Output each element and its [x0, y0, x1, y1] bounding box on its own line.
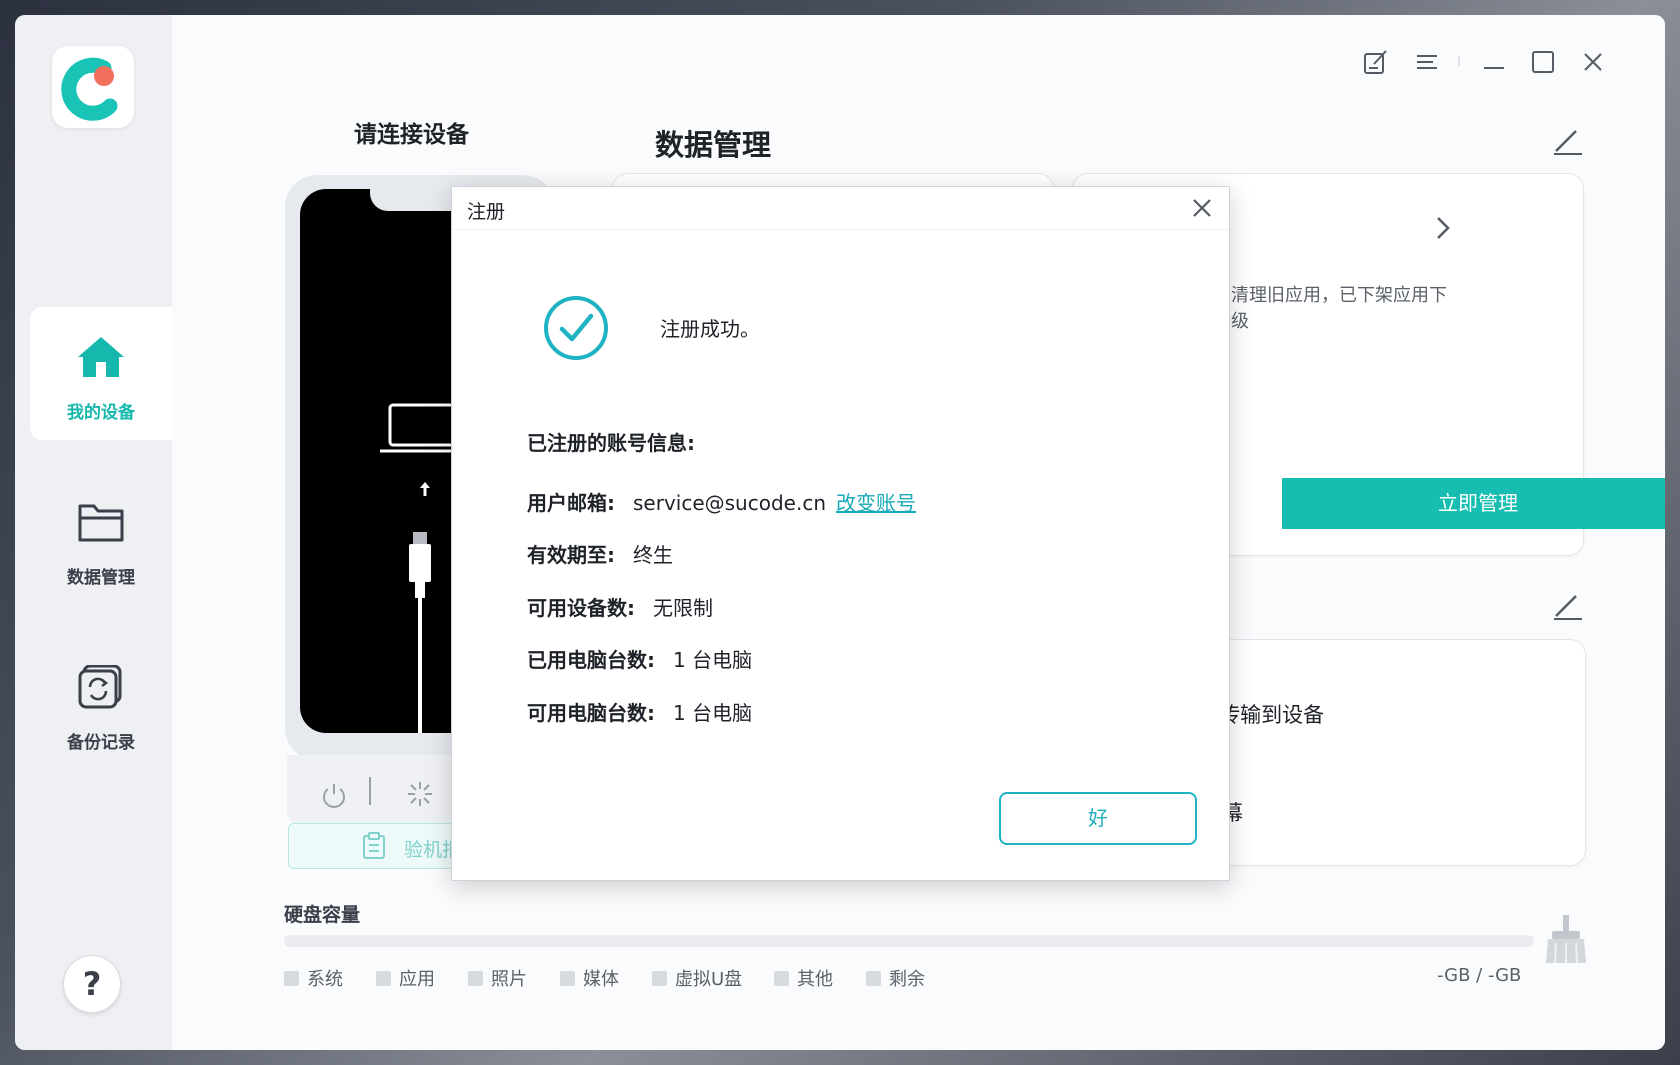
- edit-icon[interactable]: [1550, 588, 1584, 622]
- broom-icon[interactable]: [1544, 915, 1588, 965]
- edit-icon[interactable]: [1550, 123, 1584, 157]
- home-icon: [78, 337, 124, 377]
- legend-photos: 照片: [468, 965, 527, 991]
- restart-icon[interactable]: [405, 779, 435, 809]
- help-button[interactable]: ?: [63, 955, 121, 1013]
- row-email: 用户邮箱: service@sucode.cn 改变账号: [527, 491, 916, 515]
- row-expiry: 有效期至: 终生: [527, 543, 673, 567]
- cable-icon: [409, 532, 431, 733]
- separator-icon: [369, 777, 371, 805]
- success-check-icon: [544, 296, 608, 360]
- email-value: service@sucode.cn: [633, 491, 826, 515]
- sidebar-item-my-device[interactable]: 我的设备: [30, 307, 172, 440]
- legend-virtual-usb: 虚拟U盘: [652, 965, 742, 991]
- disk-capacity-bar: [284, 935, 1534, 947]
- arrow-up-icon: [420, 482, 430, 496]
- power-icon[interactable]: [319, 780, 349, 810]
- change-account-link[interactable]: 改变账号: [836, 491, 916, 515]
- folder-icon: [78, 504, 124, 542]
- legend-system: 系统: [284, 965, 343, 991]
- clipboard-icon: [363, 832, 385, 859]
- sidebar-item-label: 我的设备: [67, 403, 135, 423]
- backup-icon: [78, 665, 122, 709]
- disk-capacity-title: 硬盘容量: [284, 904, 361, 926]
- sidebar-item-backup[interactable]: 备份记录: [30, 637, 172, 770]
- app-logo: [52, 46, 134, 128]
- connect-device-title: 请连接设备: [354, 122, 469, 148]
- minimize-icon[interactable]: [1480, 48, 1508, 76]
- divider-icon: [1458, 56, 1460, 66]
- sidebar-item-data-manage[interactable]: 数据管理: [30, 472, 172, 605]
- data-manage-title: 数据管理: [655, 128, 772, 162]
- chevron-right-icon[interactable]: [1433, 214, 1453, 242]
- row-used-pcs: 已用电脑台数: 1 台电脑: [527, 648, 753, 672]
- close-icon[interactable]: [1189, 195, 1215, 221]
- maximize-icon[interactable]: [1529, 48, 1557, 76]
- sidebar-item-label: 数据管理: [67, 568, 135, 588]
- logo-icon: [61, 57, 118, 121]
- menu-icon[interactable]: [1413, 48, 1441, 76]
- success-message: 注册成功。: [660, 317, 760, 341]
- feedback-icon[interactable]: [1362, 48, 1390, 76]
- legend-apps: 应用: [376, 965, 435, 991]
- legend-remaining: 剩余: [866, 965, 925, 991]
- row-devices: 可用设备数: 无限制: [527, 596, 713, 620]
- legend-other: 其他: [774, 965, 833, 991]
- sidebar: 我的设备 数据管理 备份记录 ?: [15, 15, 172, 1050]
- sidebar-item-label: 备份记录: [67, 733, 135, 753]
- registration-dialog: 注册 注册成功。 已注册的账号信息: 用户邮箱: service@sucode.c…: [451, 186, 1230, 881]
- legend-media: 媒体: [560, 965, 619, 991]
- manage-now-button[interactable]: 立即管理: [1282, 478, 1665, 529]
- disk-size-text: -GB / -GB: [1437, 965, 1522, 986]
- dialog-title: 注册: [467, 201, 506, 223]
- row-available-pcs: 可用电脑台数: 1 台电脑: [527, 701, 753, 725]
- account-info-title: 已注册的账号信息:: [527, 431, 695, 455]
- dialog-header: 注册: [452, 187, 1229, 230]
- close-icon[interactable]: [1579, 48, 1607, 76]
- ok-button[interactable]: 好: [999, 792, 1197, 845]
